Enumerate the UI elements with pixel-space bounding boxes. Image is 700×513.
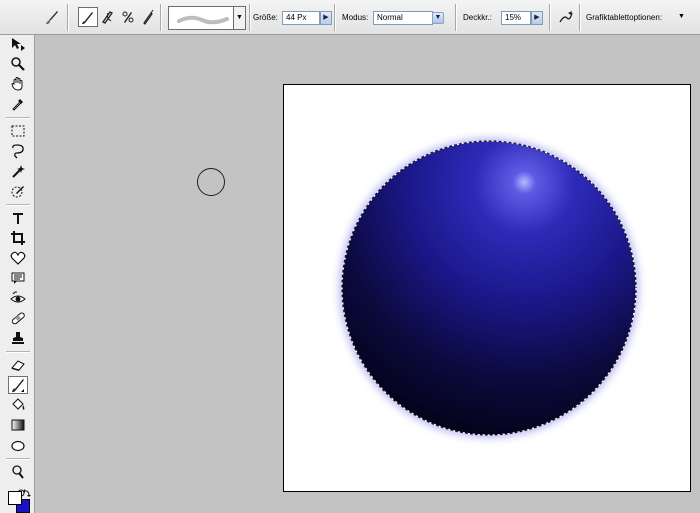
sponge-icon[interactable] bbox=[8, 463, 28, 481]
tablet-options-label[interactable]: Grafiktablettoptionen: bbox=[586, 13, 662, 22]
move-icon[interactable] bbox=[8, 35, 28, 53]
bucket-icon[interactable] bbox=[8, 396, 28, 414]
brush-preview[interactable] bbox=[168, 6, 234, 30]
toolbox bbox=[0, 35, 35, 513]
lasso-icon[interactable] bbox=[8, 142, 28, 160]
color-replace-icon[interactable] bbox=[118, 7, 138, 27]
swap-colors-icon[interactable] bbox=[23, 489, 31, 497]
gradient-icon[interactable] bbox=[8, 416, 28, 434]
opacity-label: Deckkr.: bbox=[463, 13, 492, 22]
quick-select-icon[interactable] bbox=[8, 182, 28, 200]
sphere-artwork bbox=[339, 138, 639, 438]
ellipse-icon[interactable] bbox=[8, 436, 28, 454]
brush-preview-dropdown[interactable]: ▼ bbox=[234, 6, 246, 30]
tool-preset-brush-icon[interactable] bbox=[42, 7, 62, 27]
magic-wand-icon[interactable] bbox=[8, 162, 28, 180]
mode-dropdown-arrow[interactable]: ▼ bbox=[432, 12, 444, 24]
tablet-options-arrow-icon[interactable]: ▼ bbox=[678, 13, 685, 20]
options-bar: ▼ Größe: 44 Px ▶ Modus: Normal ▼ Deckkr.… bbox=[0, 0, 700, 35]
marquee-icon[interactable] bbox=[8, 122, 28, 140]
hand-icon[interactable] bbox=[8, 75, 28, 93]
type-icon[interactable] bbox=[8, 209, 28, 227]
size-slider-button[interactable]: ▶ bbox=[320, 11, 332, 25]
brush-mode-icon[interactable] bbox=[78, 7, 98, 27]
notes-icon[interactable] bbox=[8, 269, 28, 287]
opacity-slider-button[interactable]: ▶ bbox=[531, 11, 543, 25]
red-eye-icon[interactable] bbox=[8, 289, 28, 307]
mode-label: Modus: bbox=[342, 13, 369, 22]
foreground-color-swatch[interactable] bbox=[8, 491, 22, 505]
color-swatches bbox=[6, 489, 31, 513]
document-canvas[interactable] bbox=[283, 84, 691, 492]
custom-shape-icon[interactable] bbox=[8, 249, 28, 267]
tablet-pressure-icon[interactable] bbox=[556, 7, 576, 27]
brush-icon[interactable] bbox=[8, 376, 28, 394]
opacity-input[interactable]: 15% bbox=[501, 11, 531, 25]
mode-select[interactable]: Normal bbox=[373, 11, 433, 25]
size-label: Größe: bbox=[253, 13, 278, 22]
pencil-mode-icon[interactable] bbox=[98, 7, 118, 27]
magnifier-icon[interactable] bbox=[8, 55, 28, 73]
crop-icon[interactable] bbox=[8, 229, 28, 247]
brush-cursor bbox=[197, 168, 225, 196]
sphere bbox=[342, 141, 636, 435]
size-input[interactable]: 44 Px bbox=[282, 11, 320, 25]
stamp-icon[interactable] bbox=[8, 329, 28, 347]
eyedropper-icon[interactable] bbox=[8, 95, 28, 113]
bandage-icon[interactable] bbox=[8, 309, 28, 327]
eraser-icon[interactable] bbox=[8, 356, 28, 374]
airbrush-mode-icon[interactable] bbox=[138, 7, 158, 27]
